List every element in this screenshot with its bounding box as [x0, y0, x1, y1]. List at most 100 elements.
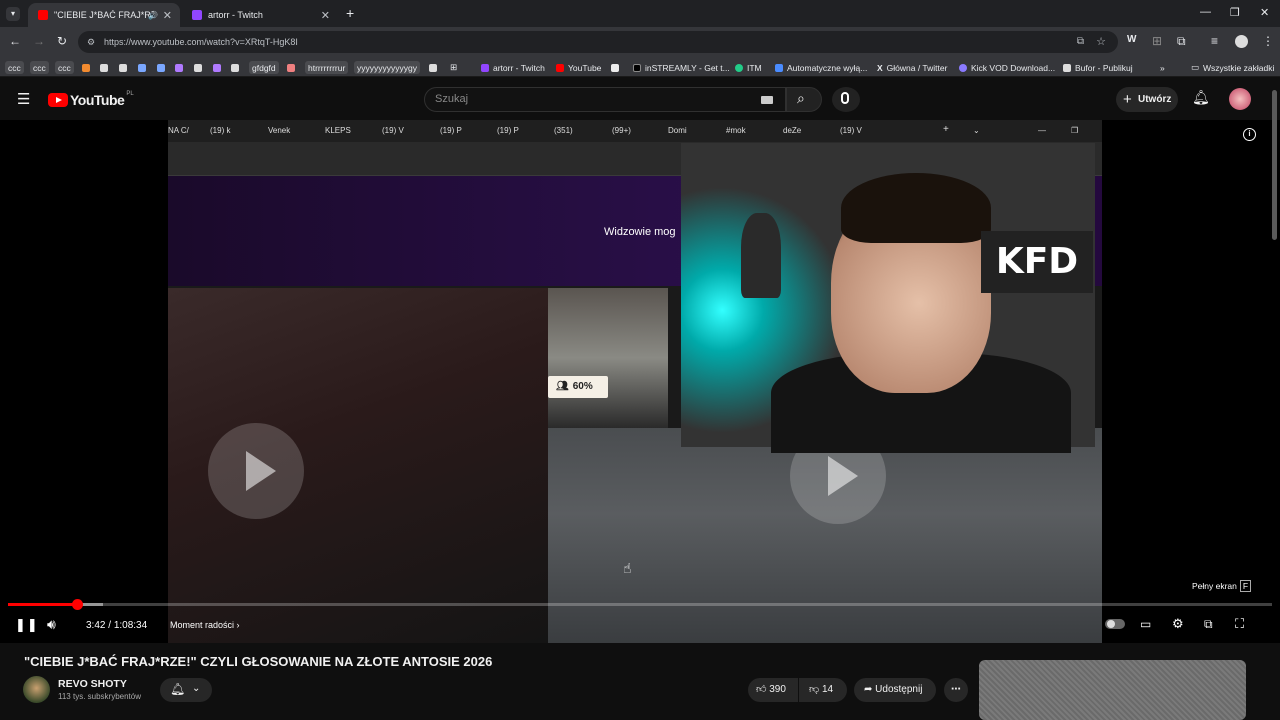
site-info-icon[interactable]: ⚙ [87, 31, 95, 53]
inner-tab: KLEPS [325, 126, 351, 135]
total-time: 1:08:34 [113, 620, 148, 631]
voice-search-button[interactable] [832, 87, 860, 112]
bookmark-icon-only[interactable] [157, 61, 169, 74]
bookmarks-bar: ccc ccc ccc gfdgfd htrrrrrrrrur yyyyyyyy… [0, 57, 1280, 77]
back-icon[interactable]: ← [9, 34, 21, 48]
notifications-bell-icon[interactable]: 🔔︎ [1192, 89, 1210, 106]
close-tab-icon[interactable]: ✕ [321, 9, 330, 22]
bookmark-icon-only[interactable] [82, 61, 94, 74]
bookmark-item[interactable]: X Główna / Twitter [877, 61, 947, 74]
bookmarks-overflow-icon[interactable]: » [1160, 61, 1165, 74]
speaker-icon[interactable]: 🔊 [148, 11, 158, 20]
bookmark-icon-only[interactable] [119, 61, 131, 74]
video-frame[interactable]: NA C/ (19) k Venek KLEPS (19) V (19) P (… [168, 120, 1102, 643]
bookmark-label: gfdgfd [252, 62, 276, 73]
bookmark-icon-only[interactable] [231, 61, 243, 74]
bookmark-icon-only[interactable] [100, 61, 112, 74]
bookmark-favicon-icon [119, 63, 127, 72]
browser-tab-twitch[interactable]: artorr - Twitch ✕ [182, 3, 338, 27]
volume-icon[interactable]: 🔊︎ [47, 616, 56, 633]
progress-bar[interactable] [8, 599, 1272, 610]
keyboard-icon[interactable] [761, 96, 773, 104]
bookmark-favicon-icon [633, 63, 641, 72]
bookmark-item[interactable]: artorr - Twitch [481, 61, 545, 74]
bookmark-item[interactable]: htrrrrrrrrur [305, 61, 349, 74]
bookmark-star-icon[interactable]: ☆ [1096, 31, 1106, 53]
extension-w-icon[interactable]: W [1127, 34, 1136, 45]
like-button[interactable]: 👍︎ 390 [748, 678, 798, 702]
page-scrollbar[interactable] [1272, 90, 1277, 240]
bookmark-icon-only[interactable] [429, 61, 441, 74]
all-bookmarks-folder[interactable]: ▭ Wszystkie zakładki [1191, 61, 1274, 74]
new-tab-icon[interactable]: + [346, 5, 354, 21]
bookmark-label: Bufor - Publikuj [1075, 62, 1133, 73]
channel-avatar[interactable] [23, 676, 50, 703]
played-bar [8, 603, 77, 606]
bookmark-item[interactable]: Bufor - Publikuj [1063, 61, 1133, 74]
share-button[interactable]: ➦ Udostępnij [854, 678, 936, 702]
info-icon[interactable]: i [1243, 128, 1256, 141]
share-label: Udostępnij [875, 684, 923, 695]
extensions-puzzle-icon[interactable]: ⧉ [1177, 34, 1186, 49]
apps-grid-icon[interactable]: ⊞ [450, 61, 457, 74]
bookmark-item[interactable]: YouTube [556, 61, 601, 74]
bookmark-item[interactable]: Automatyczne wyłą... [775, 61, 867, 74]
poll-badge: 👥︎ 60% [548, 376, 608, 398]
bookmark-icon-only[interactable] [213, 61, 225, 74]
inner-tab: #mok [726, 126, 746, 135]
chapter-button[interactable]: Moment radości › [170, 620, 240, 630]
search-input[interactable]: Szukaj [424, 87, 786, 112]
bookmark-item[interactable]: ITM [735, 61, 762, 74]
account-avatar[interactable] [1229, 88, 1251, 110]
bookmark-item[interactable]: ccc [30, 61, 49, 74]
browser-tab-youtube[interactable]: "CIEBIE J*BAĆ FRAJ*RZE!" C 🔊 ✕ [28, 3, 180, 27]
recommended-video-thumbnail[interactable] [979, 660, 1246, 720]
bookmark-item[interactable]: ccc [55, 61, 74, 74]
scrubber-handle[interactable] [71, 599, 83, 610]
hamburger-menu-icon[interactable]: ☰ [17, 90, 30, 108]
restore-icon[interactable]: ❐ [1230, 6, 1240, 19]
bookmark-icon-only[interactable] [194, 61, 206, 74]
fullscreen-icon[interactable]: ⛶ [1235, 616, 1244, 632]
minimize-icon[interactable]: — [1200, 6, 1211, 18]
install-app-icon[interactable]: ⧉ [1077, 31, 1084, 53]
buffer-favicon-icon [1063, 63, 1071, 72]
inner-tab: (351) [554, 126, 573, 135]
settings-gear-icon[interactable]: ⚙ [1172, 616, 1184, 632]
bookmark-icon-only[interactable] [175, 61, 187, 74]
bookmark-icon-only[interactable] [287, 61, 299, 74]
bookmark-item[interactable]: inSTREAMLY - Get t... [633, 61, 730, 74]
channel-name[interactable]: REVO SHOTY [58, 678, 127, 690]
tab-search-button[interactable]: ▾ [6, 7, 20, 21]
chrome-menu-icon[interactable]: ⋮ [1262, 34, 1274, 48]
subscribe-notifications-button[interactable]: 🔔︎ ⌄ [160, 678, 212, 702]
tooltip-key: F [1239, 580, 1252, 592]
reload-icon[interactable]: ↻ [57, 34, 67, 48]
bookmark-item[interactable]: ccc [5, 61, 24, 74]
video-player[interactable]: NA C/ (19) k Venek KLEPS (19) V (19) P (… [0, 120, 1280, 643]
bookmark-icon-only[interactable] [611, 61, 623, 74]
dislike-button[interactable]: 👎︎ 14 [799, 678, 847, 702]
forward-icon[interactable]: → [33, 34, 45, 48]
profile-avatar-icon[interactable] [1235, 35, 1248, 48]
media-control-icon[interactable]: ≡ [1211, 34, 1218, 48]
miniplayer-icon[interactable]: ⧉ [1204, 617, 1213, 632]
pause-button[interactable]: ❚❚ [15, 617, 39, 633]
players-cam-footage [168, 288, 548, 643]
bookmark-icon-only[interactable] [138, 61, 150, 74]
bookmark-item[interactable]: yyyyyyyyyyyygy [354, 61, 420, 74]
close-window-icon[interactable]: ✕ [1260, 6, 1269, 19]
autoplay-toggle[interactable] [1105, 619, 1125, 629]
chevron-right-icon: › [236, 620, 240, 630]
create-button[interactable]: + Utwórz [1116, 87, 1178, 112]
bookmark-item[interactable]: Kick VOD Download... [959, 61, 1055, 74]
address-bar[interactable]: ⚙ https://www.youtube.com/watch?v=XRtqT-… [78, 31, 1118, 53]
subtitles-icon[interactable]: ▭ [1140, 617, 1151, 631]
more-actions-button[interactable]: ⋯ [944, 678, 968, 702]
youtube-logo[interactable]: YouTube PL [48, 91, 134, 108]
close-tab-icon[interactable]: ✕ [163, 9, 172, 22]
search-button[interactable]: ⌕ [786, 87, 822, 112]
bookmark-label: Automatyczne wyłą... [787, 62, 868, 73]
extension-icon[interactable]: ⊞ [1152, 34, 1162, 48]
bookmark-item[interactable]: gfdgfd [249, 61, 279, 74]
